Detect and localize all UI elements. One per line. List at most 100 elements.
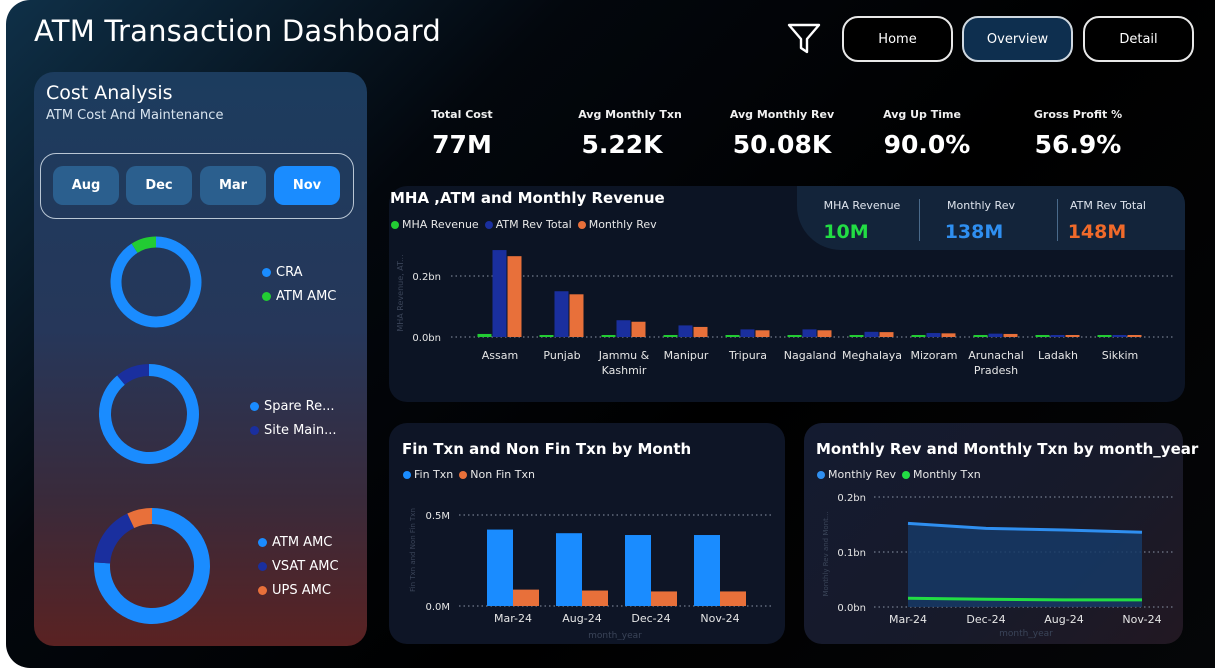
month-slicer: Aug Dec Mar Nov	[40, 153, 354, 219]
bar	[911, 335, 926, 337]
mini-kpi-mha-label: MHA Revenue	[823, 199, 901, 212]
bar	[694, 535, 720, 606]
x-tick-label: Nov-24	[1122, 613, 1161, 626]
legend-dot	[258, 562, 267, 571]
legend-dot	[391, 220, 399, 229]
legend-label: Fin Txn	[414, 468, 454, 481]
donut-slice	[127, 508, 153, 529]
donut-slice	[117, 364, 150, 385]
donut-slice	[131, 236, 157, 254]
x-tick-label: Mizoram	[910, 349, 957, 362]
fin-txn-title: Fin Txn and Non Fin Txn by Month	[402, 440, 692, 458]
kpi-avg-monthly-txn-label: Avg Monthly Txn	[578, 108, 682, 121]
kpi-gross-profit-label: Gross Profit %	[1033, 108, 1123, 121]
x-tick-label: Manipur	[664, 349, 709, 362]
x-tick-label: Assam	[482, 349, 518, 362]
bar	[1035, 335, 1050, 337]
donut-slice	[94, 513, 135, 564]
bar	[725, 335, 740, 337]
x-tick-label: Dec-24	[631, 612, 670, 625]
month-button-mar[interactable]: Mar	[200, 166, 266, 205]
y-tick-label: 0.0bn	[837, 603, 866, 614]
y-tick-label: 0.2bn	[412, 272, 441, 283]
month-button-aug[interactable]: Aug	[53, 166, 119, 205]
nav-home-button[interactable]: Home	[842, 16, 953, 62]
dashboard-canvas: ATM Transaction Dashboard Home Overview …	[6, 0, 1215, 668]
legend-dot	[262, 292, 271, 301]
filter-icon[interactable]	[786, 20, 822, 56]
y-axis-label: Fin Txn and Non Fin Txn	[409, 508, 417, 592]
legend-item: Non Fin Txn	[459, 468, 535, 481]
bar	[492, 250, 507, 337]
bar	[926, 333, 941, 337]
y-axis-label: Monthly Rev and Mont...	[822, 511, 830, 596]
donut-slice	[99, 364, 199, 464]
legend-vsat-amc: VSAT AMC	[258, 559, 339, 574]
legend-label: ATM AMC	[272, 535, 333, 550]
legend-label: MHA Revenue	[402, 218, 479, 231]
revenue-bar-chart: 0.0bn 0.2bn MHA Revenue, AT... Assam Punjab J…	[396, 250, 1174, 377]
cra-donut-chart	[110, 236, 202, 328]
x-tick-label: Ladakh	[1038, 349, 1078, 362]
cost-panel-subtitle: ATM Cost And Maintenance	[46, 108, 224, 123]
legend-label: Monthly Rev	[588, 218, 657, 231]
x-tick-label: Aug-24	[1044, 613, 1083, 626]
bar	[755, 330, 770, 337]
bar	[973, 335, 988, 337]
bar	[1050, 335, 1065, 337]
legend-label: UPS AMC	[272, 583, 331, 598]
kpi-total-cost-label: Total Cost	[431, 108, 493, 121]
kpi-avg-up-time-value: 90.0%	[883, 130, 971, 159]
x-tick-label: Tripura	[728, 349, 767, 362]
spare-donut-chart	[99, 364, 199, 464]
bar	[625, 535, 651, 606]
bar	[487, 529, 513, 606]
legend-dot	[577, 220, 586, 229]
bar	[507, 256, 522, 337]
bar	[513, 589, 539, 606]
legend-label: ATM Rev Total	[495, 218, 572, 231]
x-tick-label: Aug-24	[562, 612, 601, 625]
bar	[569, 294, 584, 337]
legend-label: CRA	[276, 265, 303, 280]
kpi-avg-monthly-txn-value: 5.22K	[581, 130, 663, 159]
x-axis-label: month_year	[588, 631, 642, 640]
bar	[554, 291, 569, 337]
nav-detail-button[interactable]: Detail	[1083, 16, 1194, 62]
legend-dot	[901, 470, 910, 479]
page-title: ATM Transaction Dashboard	[34, 14, 441, 48]
bar	[1065, 335, 1080, 337]
bar	[631, 321, 646, 337]
y-tick-label: 0.0M	[425, 602, 450, 613]
bar	[720, 591, 746, 606]
legend-item: Monthly Rev	[817, 468, 896, 481]
bar	[849, 335, 864, 337]
legend-item: Monthly Txn	[901, 468, 981, 481]
fin-txn-legend: Fin Txn Non Fin Txn	[403, 468, 541, 481]
bar	[663, 335, 678, 337]
month-button-dec[interactable]: Dec	[126, 166, 192, 205]
legend-item: Fin Txn	[403, 468, 453, 481]
bar	[651, 591, 677, 606]
month-button-nov[interactable]: Nov	[274, 166, 340, 205]
mini-kpi-atm-rev-value: 148M	[1067, 221, 1127, 243]
legend-label: Site Main...	[264, 423, 337, 438]
x-axis-label: month_year	[999, 629, 1053, 639]
x-tick-label: Mar-24	[889, 613, 927, 626]
donut-slice	[110, 236, 202, 328]
bar	[864, 331, 879, 337]
nav-overview-button[interactable]: Overview	[962, 16, 1073, 62]
legend-dot	[250, 402, 259, 411]
legend-dot	[250, 426, 259, 435]
kpi-gross-profit-value: 56.9%	[1034, 130, 1122, 159]
bar	[1097, 335, 1112, 337]
legend-dot	[258, 538, 267, 547]
bar	[693, 326, 708, 337]
kpi-avg-monthly-rev-label: Avg Monthly Rev	[729, 108, 835, 121]
legend-item: MHA Revenue	[391, 218, 479, 231]
y-tick-label: 0.5M	[425, 511, 450, 522]
legend-dot	[817, 470, 825, 479]
legend-label: VSAT AMC	[272, 559, 339, 574]
mini-kpi-monthly-rev-label: Monthly Rev	[947, 199, 1015, 212]
monthly-title: Monthly Rev and Monthly Txn by month_yea…	[816, 440, 1199, 458]
